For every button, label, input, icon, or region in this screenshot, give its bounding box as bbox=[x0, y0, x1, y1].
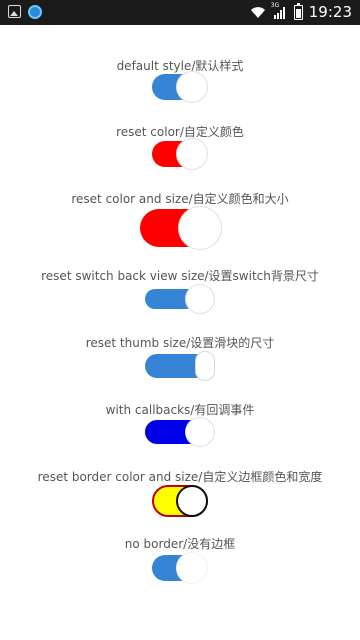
switch-label-color-size: reset color and size/自定义颜色和大小 bbox=[71, 192, 289, 206]
switch-thumb bbox=[178, 206, 222, 250]
switch-thumb bbox=[176, 71, 208, 103]
switch-default[interactable] bbox=[152, 71, 208, 103]
main-content: default style/默认样式 reset color/自定义颜色 res… bbox=[0, 25, 360, 640]
image-icon bbox=[8, 5, 21, 18]
switch-label-back-size: reset switch back view size/设置switch背景尺寸 bbox=[41, 269, 319, 283]
switch-label-border: reset border color and size/自定义边框颜色和宽度 bbox=[37, 470, 323, 484]
switch-thumb bbox=[185, 417, 215, 447]
switch-thumb bbox=[176, 485, 208, 517]
switch-label-no-border: no border/没有边框 bbox=[124, 537, 236, 551]
switch-label-callbacks: with callbacks/有回调事件 bbox=[105, 403, 255, 417]
switch-border[interactable] bbox=[152, 485, 210, 517]
switch-thumb bbox=[195, 351, 215, 381]
switch-thumb bbox=[176, 552, 208, 584]
switch-back-size[interactable] bbox=[145, 284, 215, 314]
switch-label-reset-color: reset color/自定义颜色 bbox=[116, 125, 244, 139]
switch-label-thumb-size: reset thumb size/设置滑块的尺寸 bbox=[85, 336, 275, 350]
switch-thumb bbox=[176, 138, 208, 170]
clock: 19:23 bbox=[308, 3, 352, 21]
switch-thumb-size[interactable] bbox=[145, 351, 215, 381]
wifi-icon bbox=[250, 6, 265, 18]
switch-thumb bbox=[185, 284, 215, 314]
switch-reset-color[interactable] bbox=[152, 138, 208, 170]
status-bar: 3G 19:23 bbox=[0, 0, 360, 25]
app-icon bbox=[28, 5, 42, 19]
switch-callbacks[interactable] bbox=[145, 417, 215, 447]
battery-icon bbox=[293, 2, 303, 20]
signal-icon: 3G bbox=[271, 2, 288, 19]
switch-color-size[interactable] bbox=[140, 206, 222, 250]
switch-no-border[interactable] bbox=[152, 552, 208, 584]
